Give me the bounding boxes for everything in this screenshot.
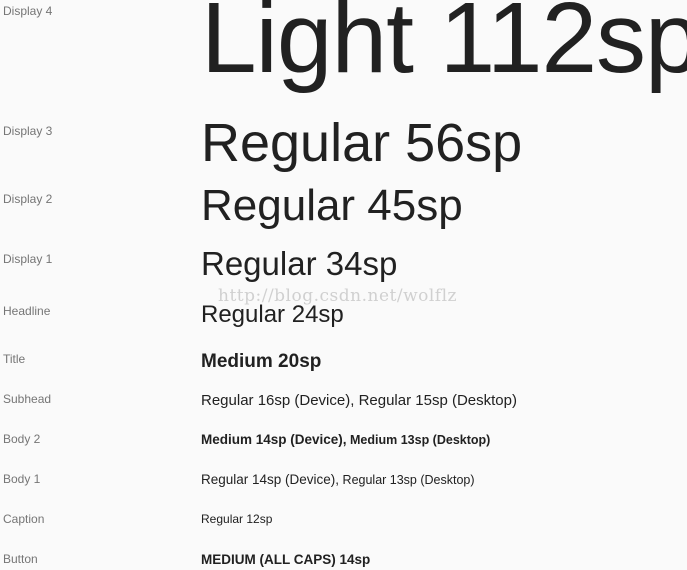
- label-subhead: Subhead: [3, 392, 52, 406]
- label-button: Button: [3, 552, 38, 566]
- sample-body-2: Medium 14sp (Device), Medium 13sp (Deskt…: [201, 433, 490, 447]
- sample-subhead: Regular 16sp (Device), Regular 15sp (Des…: [201, 392, 517, 409]
- label-body-1: Body 1: [3, 472, 41, 486]
- sample-body-1-desktop: Regular 13sp (Desktop): [339, 473, 475, 487]
- label-headline: Headline: [3, 304, 51, 318]
- sample-display-2: Regular 45sp: [201, 181, 463, 230]
- sample-button: MEDIUM (ALL CAPS) 14sp: [201, 552, 371, 567]
- label-title: Title: [3, 352, 26, 366]
- sample-body-2-device: Medium 14sp (Device),: [201, 432, 347, 447]
- label-display-1: Display 1: [3, 252, 53, 266]
- sample-body-1: Regular 14sp (Device), Regular 13sp (Des…: [201, 473, 475, 487]
- label-body-2: Body 2: [3, 432, 41, 446]
- label-caption: Caption: [3, 512, 45, 526]
- sample-display-4: Light 112sp: [201, 0, 687, 94]
- sample-caption: Regular 12sp: [201, 512, 273, 526]
- label-display-2: Display 2: [3, 192, 53, 206]
- sample-title: Medium 20sp: [201, 351, 322, 372]
- sample-headline: Regular 24sp: [201, 301, 344, 328]
- label-display-4: Display 4: [3, 4, 53, 18]
- sample-body-1-device: Regular 14sp (Device),: [201, 472, 340, 487]
- sample-body-2-desktop: Medium 13sp (Desktop): [346, 433, 491, 447]
- label-display-3: Display 3: [3, 124, 53, 138]
- sample-display-1: Regular 34sp: [201, 245, 398, 282]
- sample-display-3: Regular 56sp: [201, 113, 523, 173]
